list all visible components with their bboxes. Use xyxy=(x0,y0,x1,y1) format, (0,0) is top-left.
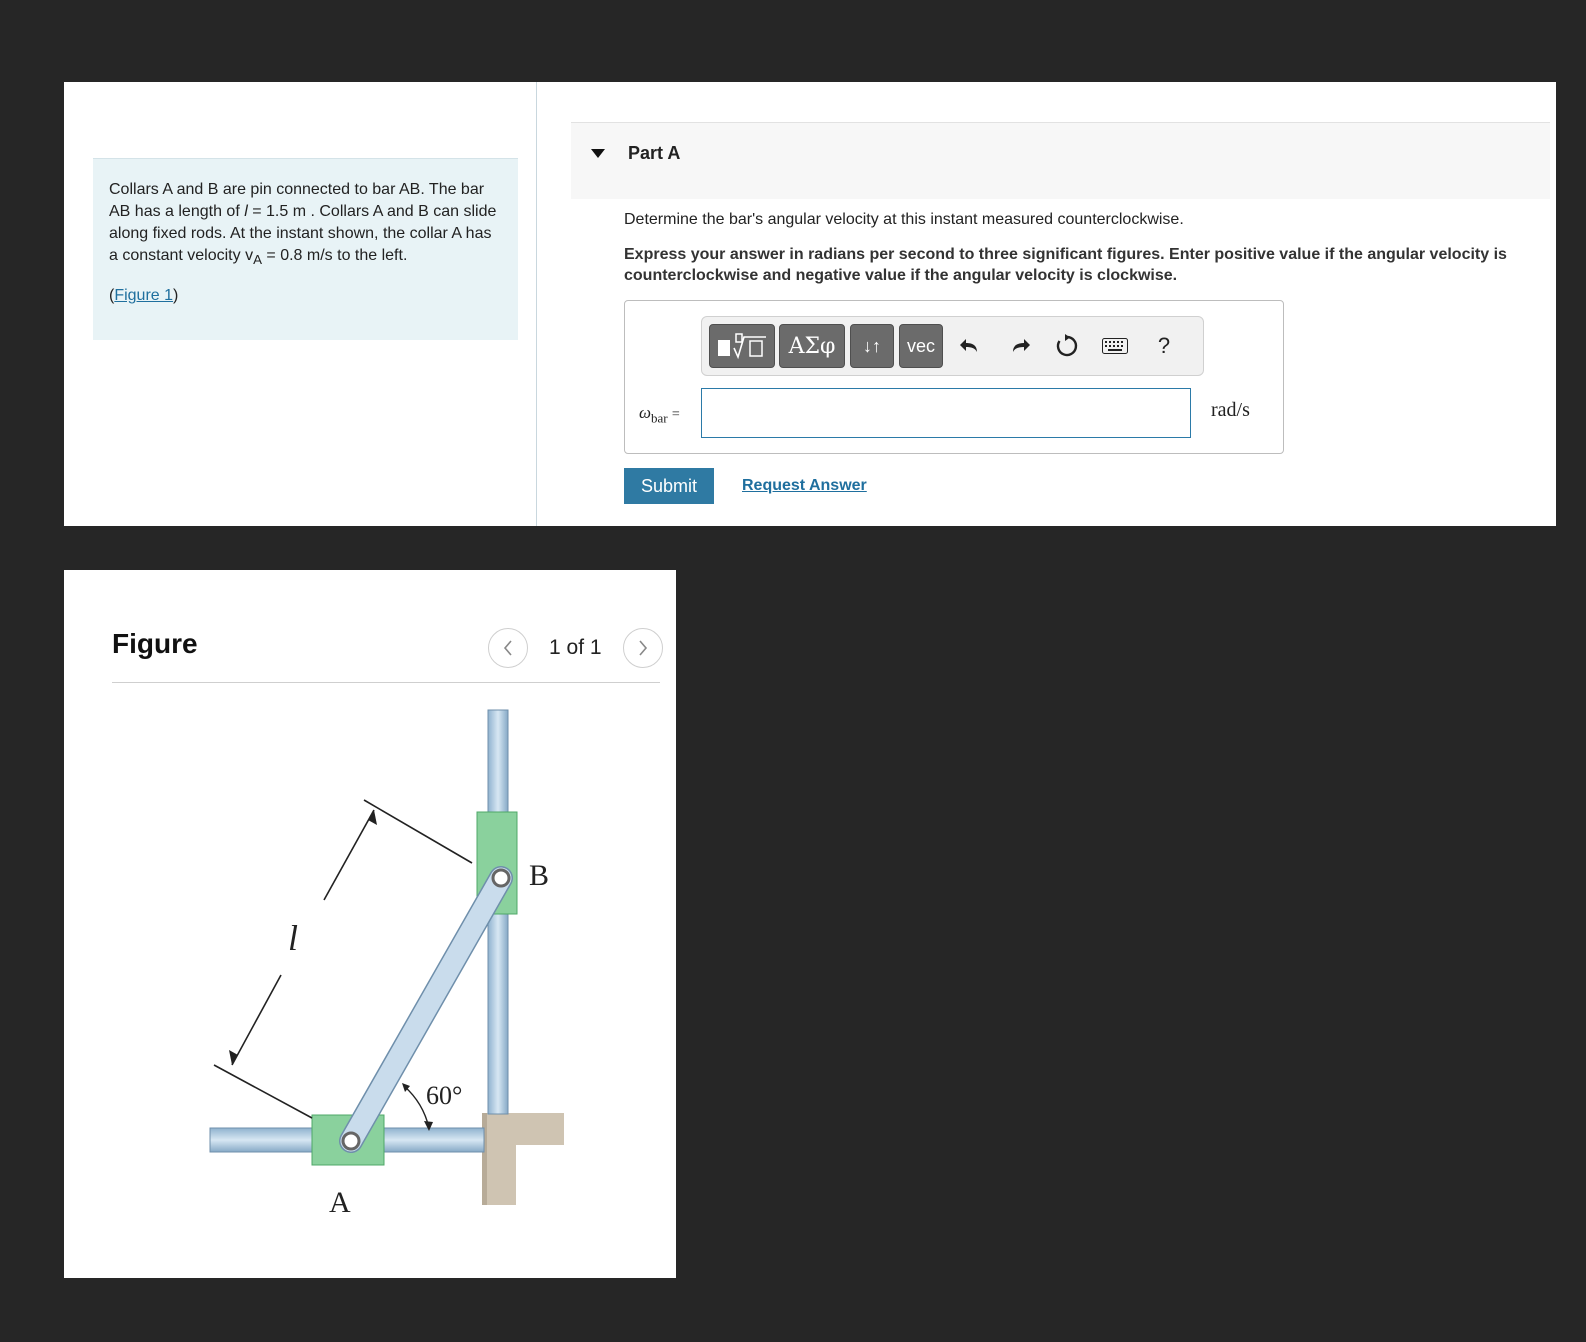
question-text: Determine the bar's angular velocity at … xyxy=(624,211,1184,228)
answer-variable-label: ωbar = xyxy=(639,403,680,426)
part-header[interactable]: Part A xyxy=(571,122,1550,199)
figure-panel: Figure 1 of 1 60° B A l xyxy=(64,570,676,1278)
figure-link[interactable]: Figure 1 xyxy=(114,287,173,304)
arrows-button[interactable]: ↓↑ xyxy=(850,324,894,368)
length-dimension xyxy=(213,799,473,1119)
label-a: A xyxy=(329,1186,351,1219)
label-b: B xyxy=(529,859,549,892)
pin-b xyxy=(491,868,511,888)
math-toolbar: ΑΣφ ↓↑ vec ? xyxy=(701,316,1204,376)
part-title: Part A xyxy=(628,143,681,163)
undo-icon[interactable] xyxy=(955,331,985,361)
label-l: l xyxy=(288,918,298,958)
chevron-left-icon xyxy=(503,640,512,656)
answer-input[interactable] xyxy=(701,388,1191,438)
help-button[interactable]: ? xyxy=(1149,331,1179,361)
submit-button[interactable]: Submit xyxy=(624,468,714,504)
problem-text-3: = 0.8 m/s to the left. xyxy=(266,247,408,264)
figure-divider xyxy=(112,682,660,683)
problem-text: Collars A and B are pin connected to bar… xyxy=(109,179,502,271)
vector-button[interactable]: vec xyxy=(899,324,943,368)
fixed-support xyxy=(482,1113,564,1205)
figure-title: Figure xyxy=(112,628,198,659)
equals-sign: = xyxy=(671,407,680,422)
paren-close: ) xyxy=(173,287,179,305)
units-label: rad/s xyxy=(1211,399,1250,421)
angle-label: 60° xyxy=(426,1081,462,1110)
length-symbol: l xyxy=(244,203,248,220)
variable-subscript: bar xyxy=(651,410,668,426)
page-indicator: 1 of 1 xyxy=(549,636,602,659)
next-figure-button[interactable] xyxy=(623,628,663,668)
variable-symbol: ω xyxy=(639,403,652,422)
problem-panel: Collars A and B are pin connected to bar… xyxy=(64,82,1556,526)
collapse-caret-icon[interactable] xyxy=(591,149,605,158)
request-answer-link[interactable]: Request Answer xyxy=(742,477,867,495)
collar-bar-diagram: 60° B A l xyxy=(209,709,564,1219)
keyboard-icon[interactable] xyxy=(1100,331,1130,361)
problem-statement: Collars A and B are pin connected to bar… xyxy=(93,158,518,340)
answer-box: ΑΣφ ↓↑ vec ? ωbar = rad/s xyxy=(624,300,1284,454)
panel-divider xyxy=(536,82,537,526)
velocity-subscript: A xyxy=(253,252,262,268)
templates-button[interactable] xyxy=(709,324,775,368)
greek-symbols-button[interactable]: ΑΣφ xyxy=(779,324,845,368)
chevron-right-icon xyxy=(639,640,648,656)
fraction-root-icon xyxy=(718,333,766,360)
redo-icon[interactable] xyxy=(1005,331,1035,361)
previous-figure-button[interactable] xyxy=(488,628,528,668)
figure-link-line: (Figure 1) xyxy=(109,285,502,307)
reset-icon[interactable] xyxy=(1052,331,1082,361)
answer-instructions: Express your answer in radians per secon… xyxy=(624,246,1507,284)
pin-a xyxy=(341,1131,361,1151)
